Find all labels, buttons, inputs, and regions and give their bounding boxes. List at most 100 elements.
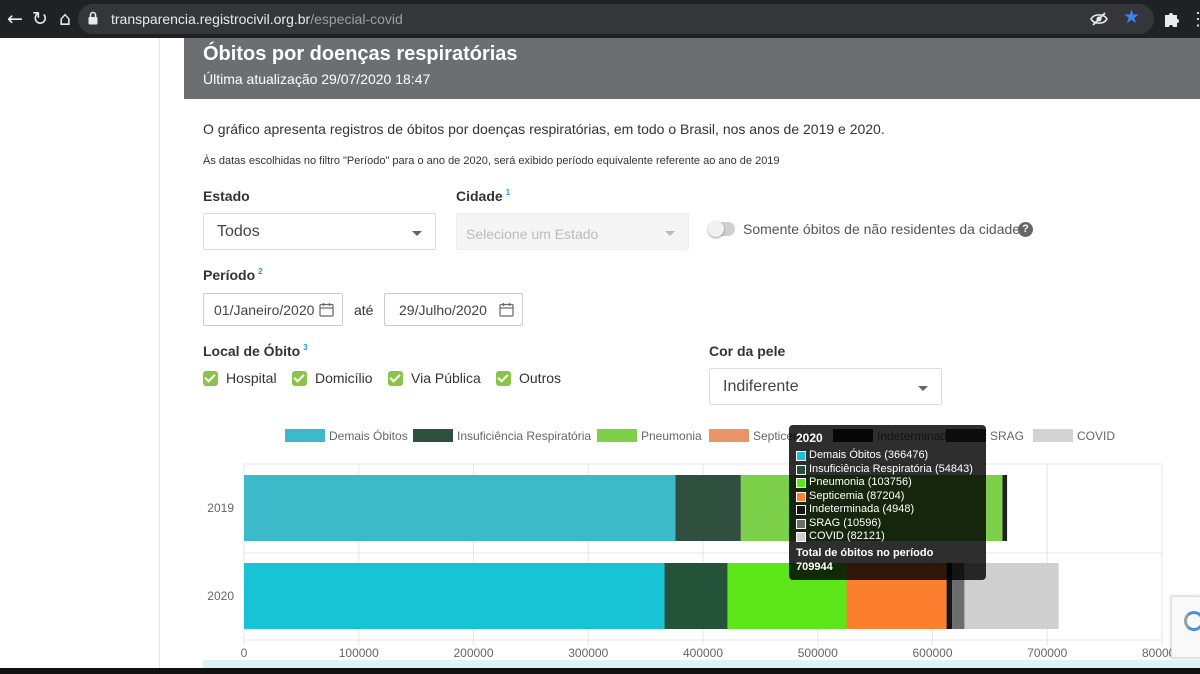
tooltip-swatch bbox=[796, 464, 806, 475]
bar-segment bbox=[244, 475, 676, 541]
help-icon[interactable]: ? bbox=[1018, 222, 1033, 237]
date-to-input[interactable]: 29/Julho/2020 bbox=[384, 293, 523, 326]
checkbox-checked-icon[interactable] bbox=[203, 371, 218, 386]
footnote-marker: 1 bbox=[505, 188, 511, 198]
tooltip-row-text: Septicemia (87204) bbox=[809, 489, 905, 502]
x-tick-label: 400000 bbox=[683, 646, 723, 660]
sidebar-divider bbox=[159, 38, 160, 674]
legend-swatch bbox=[709, 429, 749, 442]
tooltip-row-text: SRAG (10596) bbox=[809, 516, 882, 529]
chevron-down-icon bbox=[665, 231, 675, 236]
ate-label: até bbox=[354, 302, 374, 318]
checkbox-label: Via Pública bbox=[411, 370, 481, 386]
recaptcha-icon bbox=[1184, 611, 1200, 631]
back-arrow-icon[interactable]: ← bbox=[2, 6, 28, 32]
cidade-placeholder: Selecione um Estado bbox=[466, 226, 599, 242]
chevron-down-icon bbox=[918, 386, 928, 391]
nonresident-label: Somente óbitos de não residentes da cida… bbox=[743, 221, 1021, 237]
bar-segment bbox=[244, 563, 665, 629]
checkbox-checked-icon[interactable] bbox=[292, 371, 307, 386]
tooltip-total: Total de óbitos no período 709944 bbox=[796, 546, 933, 574]
chart-tooltip: 2020 Demais Óbitos (366476) Insuficiência… bbox=[789, 425, 986, 580]
tooltip-row-text: COVID (82121) bbox=[809, 530, 885, 542]
date-from-input[interactable]: 01/Janeiro/2020 bbox=[203, 293, 343, 326]
legend-swatch bbox=[413, 429, 453, 442]
period-note: Às datas escolhidas no filtro "Período" … bbox=[203, 155, 780, 167]
tooltip-swatch bbox=[796, 532, 806, 542]
y-tick-label: 2020 bbox=[207, 589, 234, 603]
local-label-text: Local de Óbito bbox=[203, 343, 301, 359]
refresh-icon[interactable]: ↻ bbox=[27, 6, 53, 32]
url-text[interactable]: transparencia.registrocivil.org.br/espec… bbox=[111, 11, 403, 27]
chart-description: O gráfico apresenta registros de óbitos … bbox=[203, 121, 885, 137]
checkbox-label: Outros bbox=[519, 370, 562, 386]
toggle-knob bbox=[708, 221, 724, 237]
y-tick-label: 2019 bbox=[207, 501, 234, 515]
legend-label: COVID bbox=[1077, 429, 1115, 443]
tooltip-total-value: 709944 bbox=[796, 561, 833, 573]
date-to-value: 29/Julho/2020 bbox=[399, 302, 487, 318]
lock-icon[interactable] bbox=[88, 11, 98, 25]
checkbox-label: Hospital bbox=[226, 370, 277, 386]
tooltip-swatch bbox=[796, 451, 806, 461]
recaptcha-badge[interactable] bbox=[1171, 596, 1200, 658]
stacked-bar-chart[interactable]: 0 100000 200000 300000 400000 500000 600000 700… bbox=[190, 420, 1200, 660]
checkbox-checked-icon[interactable] bbox=[388, 371, 403, 386]
home-icon[interactable]: ⌂ bbox=[52, 6, 78, 32]
tooltip-row-text: Pneumonia (103756) bbox=[809, 476, 912, 488]
footnote-marker: 3 bbox=[303, 343, 308, 353]
x-tick-label: 700000 bbox=[1027, 646, 1067, 660]
section-header: Óbitos por doenças respiratórias Última … bbox=[184, 38, 1200, 99]
cidade-select[interactable]: Selecione um Estado bbox=[456, 213, 689, 250]
star-icon[interactable]: ★ bbox=[1123, 7, 1140, 29]
browser-toolbar: ← ↻ ⌂ transparencia.registrocivil.org.br… bbox=[0, 0, 1200, 38]
tooltip-swatch bbox=[796, 505, 806, 515]
estado-select[interactable]: Todos bbox=[203, 213, 436, 250]
cor-value: Indiferente bbox=[723, 378, 799, 395]
address-bar[interactable]: transparencia.registrocivil.org.br/espec… bbox=[78, 4, 1154, 34]
tooltip-swatch bbox=[796, 478, 806, 488]
estado-value: Todos bbox=[217, 223, 260, 240]
checkbox-checked-icon[interactable] bbox=[496, 371, 511, 386]
nonresident-toggle[interactable] bbox=[708, 221, 735, 237]
eye-off-icon[interactable] bbox=[1090, 10, 1108, 28]
periodo-label-text: Período bbox=[203, 267, 256, 283]
tooltip-row-text: Indeterminada (4948) bbox=[809, 503, 915, 515]
periodo-label: Período 2 bbox=[203, 267, 263, 283]
legend-label: Demais Óbitos bbox=[329, 428, 408, 443]
url-path: /especial-covid bbox=[310, 11, 403, 27]
calendar-icon[interactable] bbox=[499, 302, 514, 317]
x-tick-label: 0 bbox=[241, 646, 248, 660]
puzzle-icon[interactable] bbox=[1162, 9, 1182, 29]
footnote-marker: 2 bbox=[258, 267, 263, 277]
chart-canvas: 0 100000 200000 300000 400000 500000 600000 700… bbox=[207, 428, 1182, 660]
checkbox-label: Domicílio bbox=[315, 370, 373, 386]
x-tick-label: 200000 bbox=[453, 646, 493, 660]
bar-segment bbox=[675, 475, 741, 541]
tooltip-row-text: Demais Óbitos (366476) bbox=[809, 449, 929, 461]
legend-swatch bbox=[1033, 429, 1073, 442]
os-taskbar bbox=[0, 668, 1200, 674]
tooltip-row-text: Insuficiência Respiratória (54843) bbox=[809, 462, 973, 475]
legend-swatch bbox=[597, 429, 637, 442]
x-tick-label: 600000 bbox=[912, 646, 952, 660]
cidade-label: Cidade 1 bbox=[456, 188, 510, 204]
date-from-value: 01/Janeiro/2020 bbox=[214, 302, 315, 318]
last-updated: Última atualização 29/07/2020 18:47 bbox=[203, 71, 431, 87]
x-tick-label: 100000 bbox=[339, 646, 379, 660]
x-tick-label: 300000 bbox=[568, 646, 608, 660]
estado-label: Estado bbox=[203, 188, 250, 204]
tooltip-total-label: Total de óbitos no período bbox=[796, 547, 934, 559]
tooltip-swatch bbox=[796, 518, 806, 529]
cor-label: Cor da pele bbox=[709, 343, 786, 359]
cor-select[interactable]: Indiferente bbox=[709, 368, 942, 405]
tooltip-swatch bbox=[796, 491, 806, 502]
more-vertical-icon[interactable]: ⋮ bbox=[1189, 6, 1200, 32]
bar-segment bbox=[1002, 475, 1008, 541]
page-title: Óbitos por doenças respiratórias bbox=[203, 43, 518, 65]
calendar-icon[interactable] bbox=[319, 302, 334, 317]
legend-swatch bbox=[285, 429, 325, 442]
chevron-down-icon bbox=[412, 231, 422, 236]
legend-label: Pneumonia bbox=[641, 429, 702, 443]
legend-label: Insuficiência Respiratória bbox=[457, 429, 591, 443]
